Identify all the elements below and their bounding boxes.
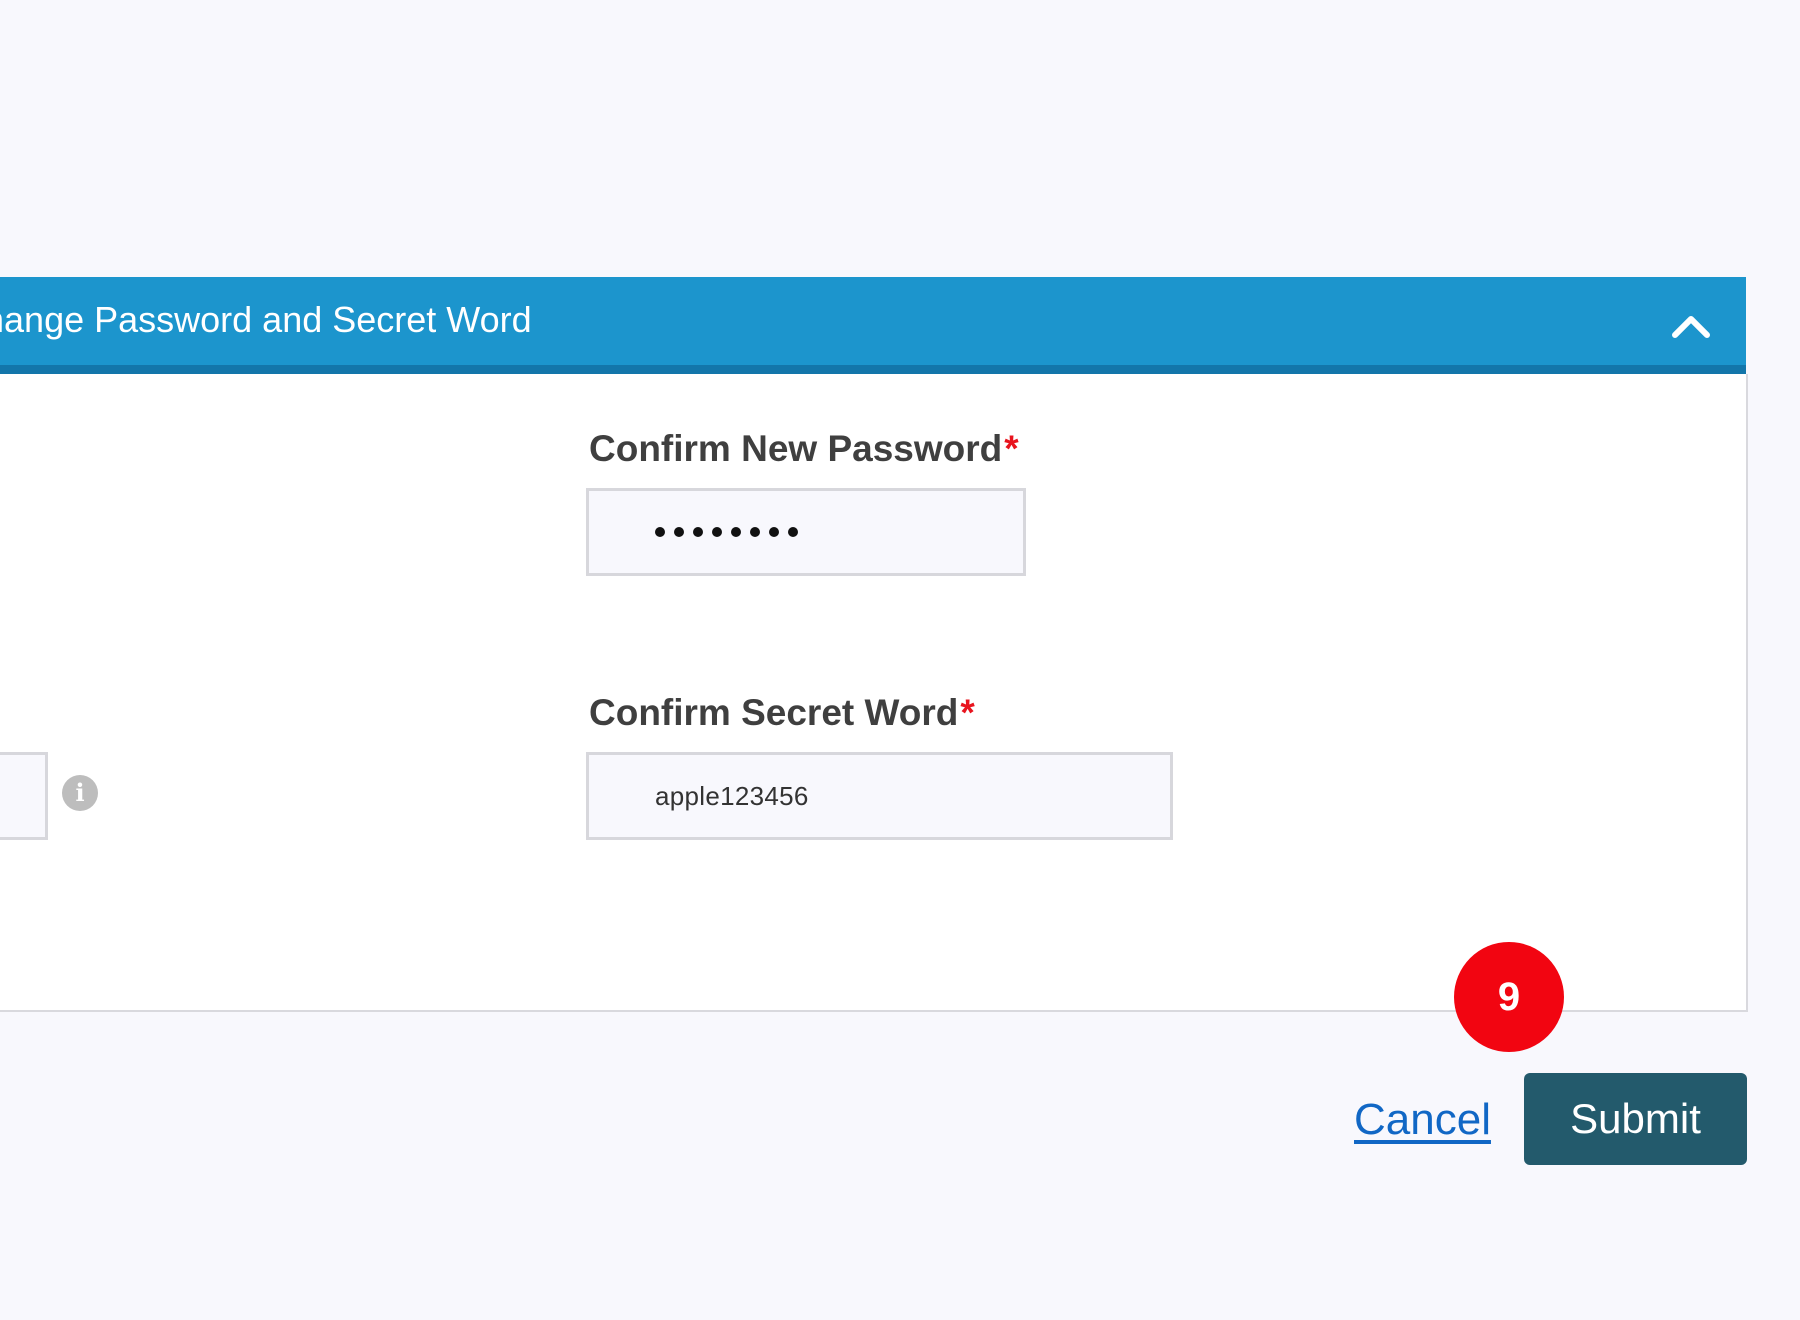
chevron-up-icon[interactable] [1666, 303, 1716, 343]
confirm-secret-label: Confirm Secret Word* [589, 692, 975, 734]
secret-word-field[interactable] [0, 752, 48, 840]
confirm-secret-value: apple123456 [655, 780, 809, 811]
confirm-password-label: Confirm New Password* [589, 428, 1019, 470]
cancel-link[interactable]: Cancel [1354, 1095, 1491, 1145]
submit-button[interactable]: Submit [1524, 1073, 1747, 1165]
page: Change Password and Secret Word Confirm … [0, 0, 1800, 1320]
masked-password-value [655, 527, 798, 537]
confirm-password-field[interactable] [586, 488, 1026, 576]
confirm-password-label-text: Confirm New Password [589, 428, 1003, 469]
info-icon[interactable]: i [62, 775, 98, 811]
step-number-badge: 9 [1454, 942, 1564, 1052]
panel-header[interactable]: Change Password and Secret Word [0, 277, 1746, 374]
required-marker: * [960, 692, 975, 733]
confirm-secret-label-text: Confirm Secret Word [589, 692, 959, 733]
required-marker: * [1004, 428, 1019, 469]
confirm-secret-field[interactable]: apple123456 [586, 752, 1173, 840]
panel-title: Change Password and Secret Word [0, 299, 532, 340]
